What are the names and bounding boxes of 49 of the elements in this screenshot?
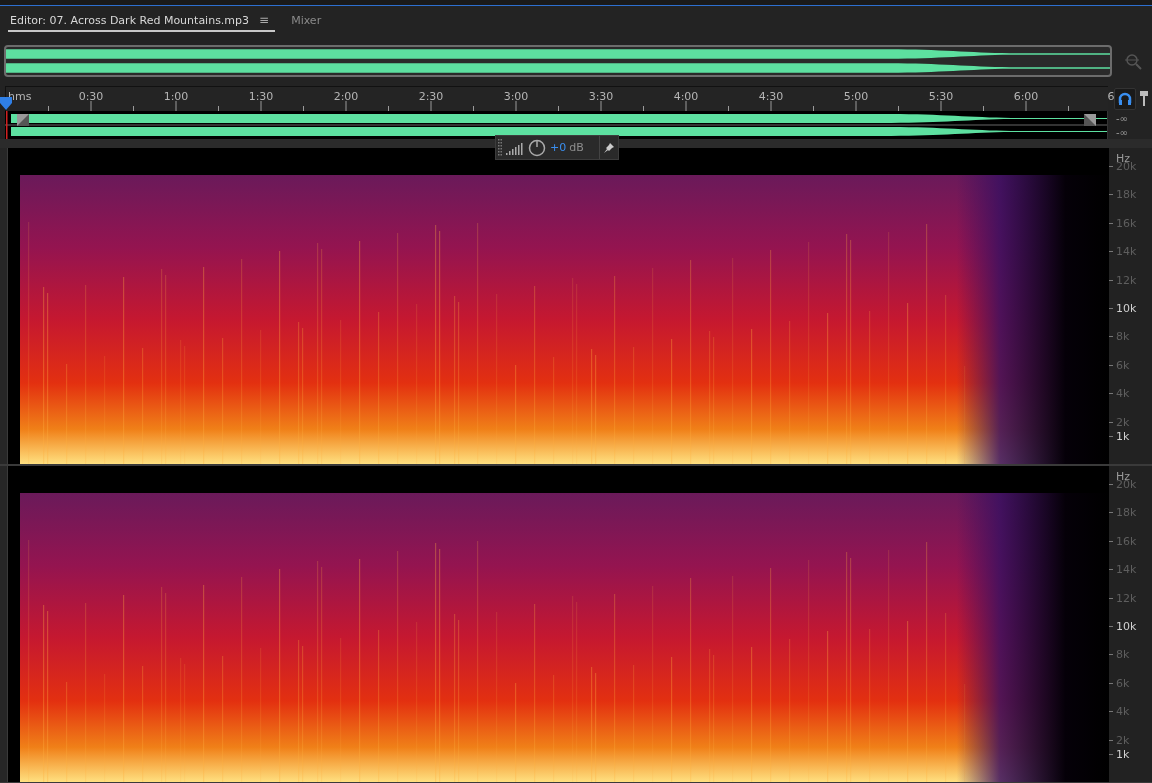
time-label: 3:30 — [588, 90, 614, 103]
frequency-label: 4k — [1116, 386, 1130, 400]
pin-icon — [604, 142, 614, 153]
frequency-label: 18k — [1116, 505, 1137, 519]
headphones-button[interactable] — [1114, 87, 1136, 110]
marker-button[interactable] — [1140, 90, 1148, 107]
time-label: 6 — [1107, 90, 1115, 103]
frequency-label: 8k — [1116, 647, 1130, 661]
frequency-label: 14k — [1116, 562, 1137, 576]
frequency-label: 10k — [1116, 619, 1137, 633]
time-label: 2:30 — [418, 90, 444, 103]
level-readout: -∞ — [1116, 126, 1128, 138]
editor-tab[interactable]: Editor: 07. Across Dark Red Mountains.mp3 — [8, 10, 252, 32]
time-label: 2:00 — [333, 90, 359, 103]
level-readout: -∞ — [1116, 112, 1128, 124]
mixer-tab[interactable]: Mixer — [289, 10, 324, 32]
fade-out-handle[interactable] — [1084, 114, 1096, 126]
time-label: 1:30 — [248, 90, 274, 103]
time-label: 6:00 — [1013, 90, 1039, 103]
gain-value[interactable]: +0 — [550, 141, 567, 154]
time-label: 3:00 — [503, 90, 529, 103]
level-meter-icon — [506, 140, 524, 155]
frequency-label: 10k — [1116, 301, 1137, 315]
tab-menu-button[interactable]: ≡ — [251, 10, 276, 32]
gain-unit: dB — [569, 141, 584, 154]
time-label: 1:00 — [163, 90, 189, 103]
frequency-label: 8k — [1116, 329, 1130, 343]
fade-in-handle[interactable] — [17, 114, 29, 126]
grip-icon[interactable] — [498, 138, 502, 157]
frequency-label: 6k — [1116, 676, 1130, 690]
frequency-label: 2k — [1116, 733, 1130, 747]
time-label: 0:30 — [78, 90, 104, 103]
frequency-label: 14k — [1116, 244, 1137, 258]
frequency-label: 16k — [1116, 534, 1137, 548]
frequency-label: 18k — [1116, 187, 1137, 201]
time-label: 4:30 — [758, 90, 784, 103]
volume-knob-icon[interactable] — [528, 138, 546, 157]
frequency-label: 12k — [1116, 591, 1137, 605]
time-label: 4:00 — [673, 90, 699, 103]
frequency-label: 16k — [1116, 216, 1137, 230]
frequency-label: 1k — [1116, 429, 1130, 443]
frequency-label: 12k — [1116, 273, 1137, 287]
frequency-label: 1k — [1116, 747, 1130, 761]
waveform-overview[interactable] — [4, 45, 1112, 77]
frequency-label: 4k — [1116, 704, 1130, 718]
frequency-label: 2k — [1116, 415, 1130, 429]
frequency-label: 6k — [1116, 358, 1130, 372]
time-label: 5:30 — [928, 90, 954, 103]
time-label: 5:00 — [843, 90, 869, 103]
